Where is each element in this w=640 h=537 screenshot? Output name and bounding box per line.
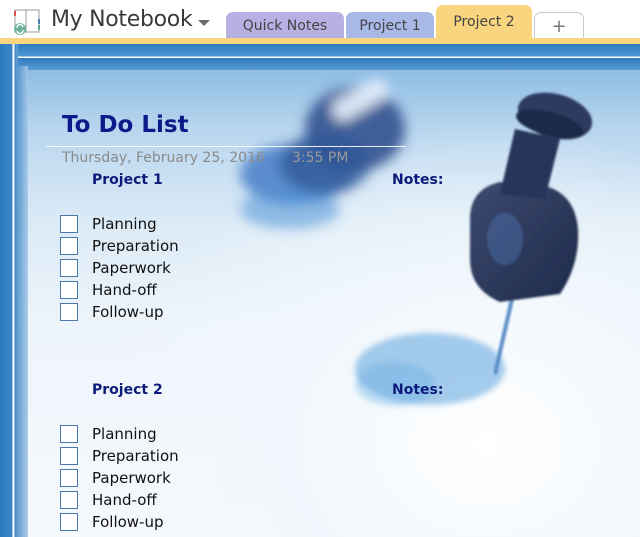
todo-item: Follow-up (60, 301, 179, 323)
add-section-button[interactable]: + (534, 12, 584, 40)
todo-item: Planning (60, 213, 179, 235)
notebook-name[interactable]: My Notebook (51, 7, 193, 32)
page-frame-shadow (18, 66, 28, 537)
todo-label[interactable]: Hand-off (92, 281, 157, 299)
title-divider (46, 146, 406, 147)
checkbox[interactable] (60, 281, 78, 299)
todo-label[interactable]: Follow-up (92, 513, 164, 531)
todo-item: Paperwork (60, 257, 179, 279)
checkbox[interactable] (60, 237, 78, 255)
section-heading-project-1[interactable]: Project 1 (92, 172, 163, 188)
todo-label[interactable]: Preparation (92, 237, 179, 255)
todo-item: Planning (60, 423, 179, 445)
tab-project-2[interactable]: Project 2 (436, 5, 532, 40)
todo-list-project-1: Planning Preparation Paperwork Hand-off … (60, 213, 179, 323)
notebook-header: My Notebook Quick Notes Project 1 Projec… (0, 0, 640, 44)
todo-label[interactable]: Paperwork (92, 259, 171, 277)
notes-label-project-2[interactable]: Notes: (392, 382, 443, 398)
todo-item: Follow-up (60, 511, 179, 533)
checkbox[interactable] (60, 513, 78, 531)
onenote-window: My Notebook Quick Notes Project 1 Projec… (0, 0, 640, 537)
todo-label[interactable]: Preparation (92, 447, 179, 465)
chevron-down-icon[interactable] (198, 20, 210, 26)
checkbox[interactable] (60, 259, 78, 277)
tab-label: Project 2 (453, 14, 515, 30)
todo-label[interactable]: Planning (92, 425, 157, 443)
todo-label[interactable]: Follow-up (92, 303, 164, 321)
todo-list-project-2: Planning Preparation Paperwork Hand-off … (60, 423, 179, 533)
page-canvas[interactable]: To Do List Thursday, February 25, 2016 3… (0, 44, 640, 537)
checkbox[interactable] (60, 447, 78, 465)
add-section-icon: + (551, 16, 567, 37)
todo-item: Hand-off (60, 279, 179, 301)
todo-label[interactable]: Hand-off (92, 491, 157, 509)
todo-item: Hand-off (60, 489, 179, 511)
tab-label: Quick Notes (242, 18, 328, 34)
todo-label[interactable]: Planning (92, 215, 157, 233)
notes-label-project-1[interactable]: Notes: (392, 172, 443, 188)
tab-project-1[interactable]: Project 1 (346, 12, 434, 40)
checkbox[interactable] (60, 469, 78, 487)
page-frame-top (14, 58, 640, 70)
page-time: 3:55 PM (292, 150, 349, 166)
todo-item: Preparation (60, 235, 179, 257)
section-heading-project-2[interactable]: Project 2 (92, 382, 163, 398)
tab-quick-notes[interactable]: Quick Notes (226, 12, 344, 40)
checkbox[interactable] (60, 303, 78, 321)
notebook-sync-icon[interactable] (12, 8, 44, 36)
page-title[interactable]: To Do List (62, 112, 189, 138)
page-frame-left (0, 44, 18, 537)
todo-item: Paperwork (60, 467, 179, 489)
checkbox[interactable] (60, 491, 78, 509)
page-date: Thursday, February 25, 2016 (62, 150, 265, 166)
checkbox[interactable] (60, 215, 78, 233)
tab-label: Project 1 (359, 18, 421, 34)
todo-item: Preparation (60, 445, 179, 467)
todo-label[interactable]: Paperwork (92, 469, 171, 487)
checkbox[interactable] (60, 425, 78, 443)
